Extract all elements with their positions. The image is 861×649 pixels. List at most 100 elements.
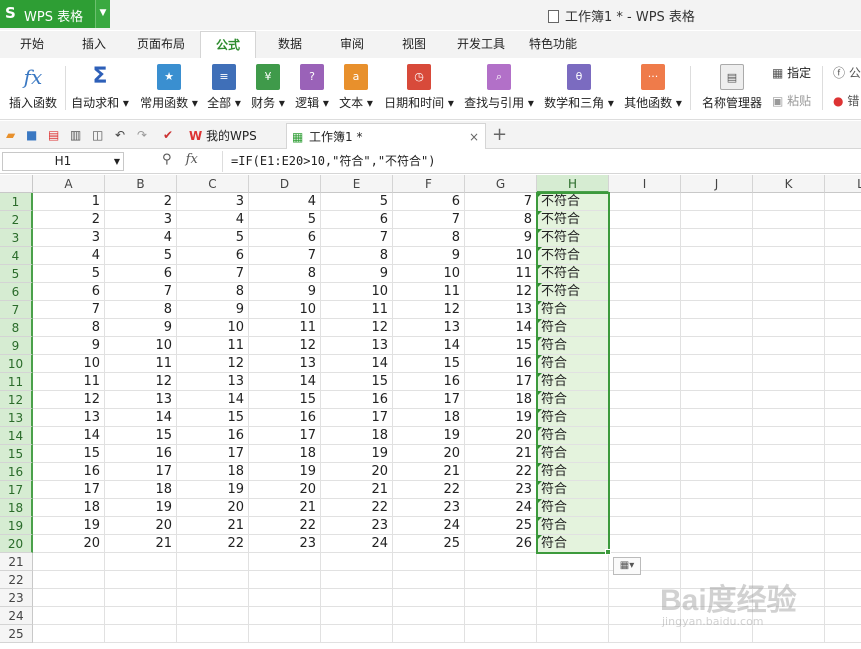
cell-e8[interactable]: 12 xyxy=(321,319,393,337)
cell-a19[interactable]: 19 xyxy=(33,517,105,535)
cell-b15[interactable]: 16 xyxy=(105,445,177,463)
column-header-h[interactable]: H xyxy=(537,175,609,193)
cell-l18[interactable] xyxy=(825,499,861,517)
cell-g3[interactable]: 9 xyxy=(465,229,537,247)
cell-b23[interactable] xyxy=(105,589,177,607)
cell-f7[interactable]: 12 xyxy=(393,301,465,319)
specify-button[interactable]: ▦ 指定 xyxy=(772,64,811,81)
cell-b12[interactable]: 13 xyxy=(105,391,177,409)
row-header[interactable]: 9 xyxy=(0,337,33,355)
cell-f6[interactable]: 11 xyxy=(393,283,465,301)
cell-c8[interactable]: 10 xyxy=(177,319,249,337)
cell-a21[interactable] xyxy=(33,553,105,571)
cell-d17[interactable]: 20 xyxy=(249,481,321,499)
column-header-d[interactable]: D xyxy=(249,175,321,193)
cell-i3[interactable] xyxy=(609,229,681,247)
row-header[interactable]: 15 xyxy=(0,445,33,463)
cell-k16[interactable] xyxy=(753,463,825,481)
cell-h23[interactable] xyxy=(537,589,609,607)
cell-b24[interactable] xyxy=(105,607,177,625)
cell-a9[interactable]: 9 xyxy=(33,337,105,355)
cell-c9[interactable]: 11 xyxy=(177,337,249,355)
cell-j10[interactable] xyxy=(681,355,753,373)
cell-b19[interactable]: 20 xyxy=(105,517,177,535)
row-header[interactable]: 17 xyxy=(0,481,33,499)
cell-l11[interactable] xyxy=(825,373,861,391)
cell-f5[interactable]: 10 xyxy=(393,265,465,283)
cell-i18[interactable] xyxy=(609,499,681,517)
column-header-c[interactable]: C xyxy=(177,175,249,193)
cell-k7[interactable] xyxy=(753,301,825,319)
tab-my-wps[interactable]: W 我的WPS xyxy=(184,123,284,149)
cell-l14[interactable] xyxy=(825,427,861,445)
cell-h25[interactable] xyxy=(537,625,609,643)
cell-e7[interactable]: 11 xyxy=(321,301,393,319)
cell-j6[interactable] xyxy=(681,283,753,301)
cell-d16[interactable]: 19 xyxy=(249,463,321,481)
cell-i7[interactable] xyxy=(609,301,681,319)
row-header[interactable]: 8 xyxy=(0,319,33,337)
cell-b17[interactable]: 18 xyxy=(105,481,177,499)
cell-l15[interactable] xyxy=(825,445,861,463)
cell-f19[interactable]: 24 xyxy=(393,517,465,535)
cell-h18[interactable]: 符合 xyxy=(537,499,609,517)
cell-c10[interactable]: 12 xyxy=(177,355,249,373)
cell-f21[interactable] xyxy=(393,553,465,571)
cell-a13[interactable]: 13 xyxy=(33,409,105,427)
close-icon[interactable]: × xyxy=(469,124,479,150)
cell-k21[interactable] xyxy=(753,553,825,571)
cell-d11[interactable]: 14 xyxy=(249,373,321,391)
cell-j8[interactable] xyxy=(681,319,753,337)
add-tab-button[interactable]: + xyxy=(492,123,507,147)
cell-k10[interactable] xyxy=(753,355,825,373)
column-header-a[interactable]: A xyxy=(33,175,105,193)
cell-d14[interactable]: 17 xyxy=(249,427,321,445)
text-button[interactable]: a 文本 ▾ xyxy=(336,60,376,118)
cell-d19[interactable]: 22 xyxy=(249,517,321,535)
cell-k19[interactable] xyxy=(753,517,825,535)
export-pdf-icon[interactable]: ▤ xyxy=(48,128,61,142)
cell-e21[interactable] xyxy=(321,553,393,571)
fx-button[interactable]: fx xyxy=(186,152,198,167)
cell-a5[interactable]: 5 xyxy=(33,265,105,283)
cell-i2[interactable] xyxy=(609,211,681,229)
cell-c23[interactable] xyxy=(177,589,249,607)
cell-b6[interactable]: 7 xyxy=(105,283,177,301)
other-functions-button[interactable]: ··· 其他函数 ▾ xyxy=(620,60,686,118)
row-header[interactable]: 18 xyxy=(0,499,33,517)
cell-i8[interactable] xyxy=(609,319,681,337)
cell-e6[interactable]: 10 xyxy=(321,283,393,301)
paste-name-button[interactable]: ▣ 粘贴 xyxy=(772,92,811,109)
cell-g15[interactable]: 21 xyxy=(465,445,537,463)
row-header[interactable]: 2 xyxy=(0,211,33,229)
cell-e19[interactable]: 23 xyxy=(321,517,393,535)
cell-e25[interactable] xyxy=(321,625,393,643)
cell-a10[interactable]: 10 xyxy=(33,355,105,373)
cell-d1[interactable]: 4 xyxy=(249,193,321,211)
cell-e10[interactable]: 14 xyxy=(321,355,393,373)
finance-button[interactable]: ¥ 财务 ▾ xyxy=(248,60,288,118)
cell-k8[interactable] xyxy=(753,319,825,337)
row-header[interactable]: 13 xyxy=(0,409,33,427)
cell-e17[interactable]: 21 xyxy=(321,481,393,499)
cell-f9[interactable]: 14 xyxy=(393,337,465,355)
cell-b21[interactable] xyxy=(105,553,177,571)
column-header-j[interactable]: J xyxy=(681,175,753,193)
cell-c7[interactable]: 9 xyxy=(177,301,249,319)
cell-g1[interactable]: 7 xyxy=(465,193,537,211)
cell-b1[interactable]: 2 xyxy=(105,193,177,211)
tab-special[interactable]: 特色功能 xyxy=(524,31,582,58)
cell-d9[interactable]: 12 xyxy=(249,337,321,355)
cell-a8[interactable]: 8 xyxy=(33,319,105,337)
cell-a24[interactable] xyxy=(33,607,105,625)
cell-g11[interactable]: 17 xyxy=(465,373,537,391)
formula-input[interactable]: =IF(E1:E20>10,"符合","不符合") xyxy=(222,151,858,172)
cell-i19[interactable] xyxy=(609,517,681,535)
cell-f3[interactable]: 8 xyxy=(393,229,465,247)
cell-a20[interactable]: 20 xyxy=(33,535,105,553)
cell-b9[interactable]: 10 xyxy=(105,337,177,355)
cell-f25[interactable] xyxy=(393,625,465,643)
tab-workbook1[interactable]: ▦ 工作簿1 * × xyxy=(286,123,486,149)
cell-b14[interactable]: 15 xyxy=(105,427,177,445)
cell-i1[interactable] xyxy=(609,193,681,211)
